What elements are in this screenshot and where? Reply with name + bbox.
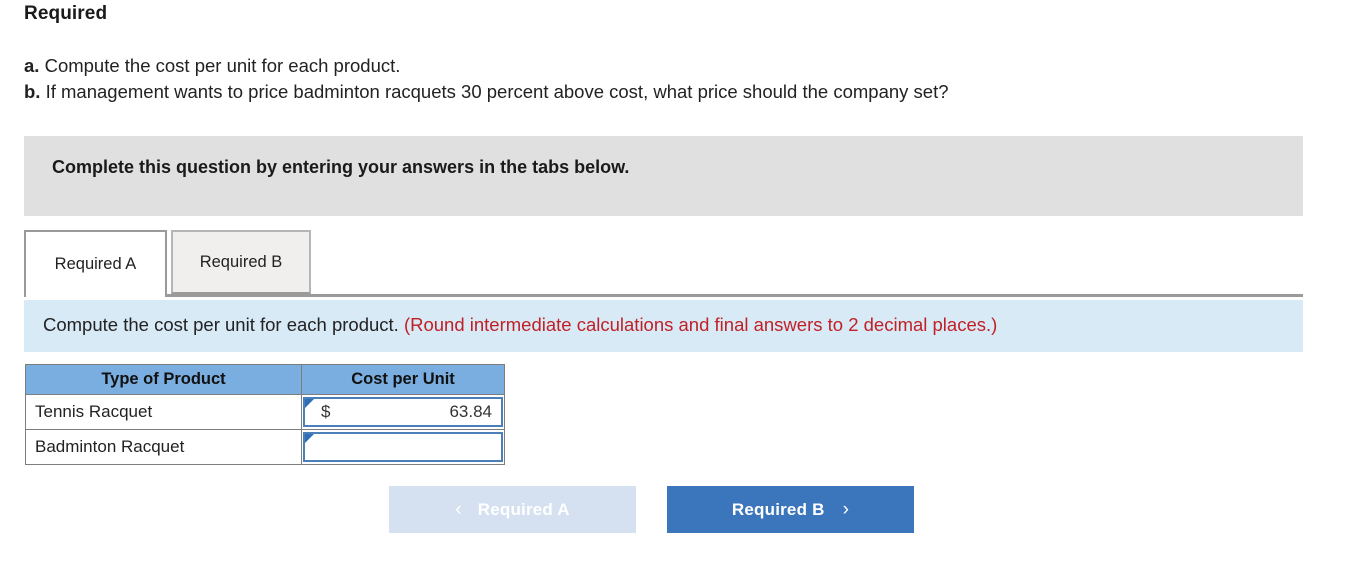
requirement-item-b: b. If management wants to price badminto… xyxy=(24,79,1324,105)
tab-navigation-buttons: ‹ Required A Required B › xyxy=(389,486,989,534)
cell-flag-icon xyxy=(305,399,314,408)
prev-required-a-label: Required A xyxy=(477,499,570,519)
instruction-bar-text: Compute the cost per unit for each produ… xyxy=(43,314,997,336)
requirements-list: a. Compute the cost per unit for each pr… xyxy=(24,53,1324,105)
chevron-right-icon: › xyxy=(842,499,850,520)
instruction-rounding-hint: (Round intermediate calculations and fin… xyxy=(403,314,998,335)
cost-cell-tennis-racquet: $ 63.84 xyxy=(301,394,505,430)
requirement-marker-a: a. xyxy=(24,55,40,76)
tab-required-b-label: Required B xyxy=(199,252,283,271)
chevron-left-icon: ‹ xyxy=(455,499,462,520)
tab-required-a-label: Required A xyxy=(54,255,137,273)
page-title: Required xyxy=(24,3,108,24)
prev-required-a-button[interactable]: ‹ Required A xyxy=(389,486,636,533)
table-row: Badminton Racquet xyxy=(25,429,505,465)
requirement-marker-b: b. xyxy=(24,81,41,102)
next-required-b-button[interactable]: Required B › xyxy=(667,486,914,533)
table-header-row: Type of Product Cost per Unit xyxy=(25,364,505,395)
next-required-b-label: Required B xyxy=(731,499,825,519)
tab-strip: Required A Required B xyxy=(24,230,1303,297)
requirement-text-a: Compute the cost per unit for each produ… xyxy=(39,55,401,76)
table-row: Tennis Racquet $ 63.84 xyxy=(25,394,505,430)
complete-question-banner-text: Complete this question by entering your … xyxy=(52,157,630,177)
cost-input-badminton-racquet[interactable] xyxy=(303,432,503,462)
instruction-bar: Compute the cost per unit for each produ… xyxy=(24,300,1303,352)
cost-per-unit-table: Type of Product Cost per Unit Tennis Rac… xyxy=(25,364,505,465)
requirement-item-a: a. Compute the cost per unit for each pr… xyxy=(24,53,1324,79)
column-header-type-of-product: Type of Product xyxy=(25,364,302,395)
cost-value-tennis-racquet: 63.84 xyxy=(449,402,492,421)
complete-question-banner: Complete this question by entering your … xyxy=(24,136,1303,216)
tab-required-a[interactable]: Required A xyxy=(24,230,167,297)
cell-flag-icon xyxy=(305,434,314,443)
requirement-text-b: If management wants to price badminton r… xyxy=(40,81,949,102)
row-label-tennis-racquet: Tennis Racquet xyxy=(25,394,302,430)
cost-cell-badminton-racquet xyxy=(301,429,505,465)
tab-required-b[interactable]: Required B xyxy=(171,230,311,294)
instruction-prompt: Compute the cost per unit for each produ… xyxy=(43,314,399,335)
cost-input-tennis-racquet[interactable]: $ 63.84 xyxy=(303,397,503,427)
column-header-cost-per-unit: Cost per Unit xyxy=(301,364,505,395)
question-page: Required a. Compute the cost per unit fo… xyxy=(0,0,1345,570)
row-label-badminton-racquet: Badminton Racquet xyxy=(25,429,302,465)
